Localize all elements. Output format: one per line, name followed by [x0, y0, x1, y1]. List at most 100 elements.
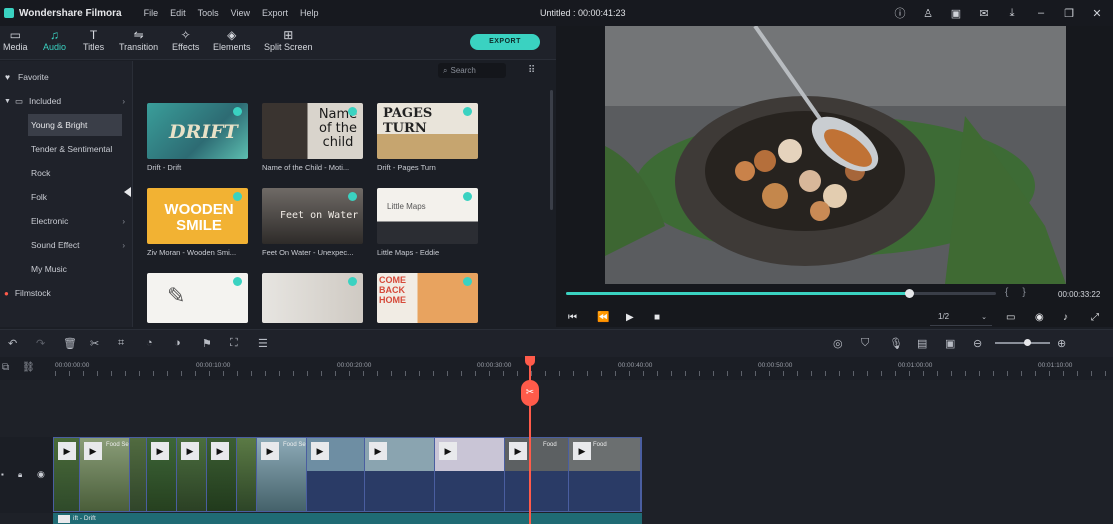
timeline-clip[interactable]: ▶: [307, 438, 365, 511]
download-icon[interactable]: [348, 192, 357, 201]
export-button[interactable]: EXPORT: [470, 34, 540, 50]
preview-quality-select[interactable]: 1/2 ⌄: [930, 312, 992, 326]
track-visibility-icon[interactable]: ▪: [1, 470, 4, 479]
download-icon[interactable]: [348, 107, 357, 116]
menu-help[interactable]: Help: [300, 8, 319, 18]
marker-icon[interactable]: ⚑: [202, 337, 212, 350]
save-icon[interactable]: ▣: [949, 6, 963, 20]
timeline-clip[interactable]: ▶ Food Se: [80, 438, 130, 511]
search-input[interactable]: ⌕ Search: [438, 63, 506, 78]
redo-icon[interactable]: ↷: [36, 337, 45, 350]
download-icon[interactable]: [463, 277, 472, 286]
playback-progress-handle[interactable]: [905, 289, 914, 298]
sidebar-item-young-bright[interactable]: Young & Bright: [28, 114, 122, 136]
voiceover-icon[interactable]: ▤: [917, 337, 927, 350]
shield-icon[interactable]: ⛉: [861, 337, 869, 350]
close-icon[interactable]: ✕: [1090, 6, 1104, 20]
minimize-icon[interactable]: –: [1034, 6, 1048, 20]
timeline-clip[interactable]: ▶ Food Se: [257, 438, 307, 511]
mark-in-out-icon[interactable]: {}: [1005, 287, 1040, 298]
download-icon[interactable]: ⤓: [1005, 6, 1019, 20]
menu-export[interactable]: Export: [262, 8, 288, 18]
menu-file[interactable]: File: [144, 8, 159, 18]
add-track-icon[interactable]: ⧉: [2, 362, 9, 373]
timeline-ruler[interactable]: [0, 358, 1113, 380]
sidebar-item-included[interactable]: ▼ ▭ Included ›: [0, 90, 133, 112]
sidebar-item-favorite[interactable]: ♥ Favorite: [0, 66, 133, 88]
microphone-icon[interactable]: 🎙: [889, 337, 903, 350]
zoom-slider-handle[interactable]: [1024, 339, 1031, 346]
menu-edit[interactable]: Edit: [170, 8, 186, 18]
mail-icon[interactable]: ✉: [977, 6, 991, 20]
crop-icon[interactable]: ⌗: [118, 337, 124, 350]
undo-icon[interactable]: ↶: [8, 337, 17, 350]
tab-transition[interactable]: ⇋ Transition: [119, 28, 158, 52]
lock-icon[interactable]: 🔒︎: [18, 470, 22, 480]
tab-effects[interactable]: ✧ Effects: [172, 28, 199, 52]
tab-audio[interactable]: ♫ Audio: [43, 28, 66, 52]
render-icon[interactable]: ◎: [833, 337, 843, 350]
download-icon[interactable]: [233, 192, 242, 201]
color-icon[interactable]: ◑: [174, 337, 181, 349]
menu-view[interactable]: View: [231, 8, 250, 18]
info-icon[interactable]: ⓘ: [893, 6, 907, 20]
tab-titles[interactable]: T Titles: [83, 28, 104, 52]
audio-thumbnail[interactable]: COME BACK HOME: [377, 273, 478, 323]
speed-icon[interactable]: ◔: [146, 337, 153, 349]
timeline-clip[interactable]: ▶: [177, 438, 207, 511]
timeline-clip[interactable]: ▶: [54, 438, 80, 511]
stop-icon[interactable]: ■: [654, 312, 660, 323]
eye-icon[interactable]: ◉: [37, 469, 45, 480]
audio-thumbnail[interactable]: [262, 273, 363, 323]
playhead-handle[interactable]: [525, 356, 535, 366]
audio-thumbnail[interactable]: PAGES TURN: [377, 103, 478, 159]
audio-clip[interactable]: ift - Drift: [53, 513, 642, 524]
audio-thumbnail[interactable]: Name of the child: [262, 103, 363, 159]
snapshot-icon[interactable]: ◉: [1035, 312, 1044, 323]
timeline-clip[interactable]: ▶: [365, 438, 435, 511]
download-icon[interactable]: [463, 192, 472, 201]
sidebar-item-electronic[interactable]: Electronic ›: [0, 210, 133, 232]
sidebar-item-filmstock[interactable]: ● Filmstock: [0, 282, 133, 304]
collapse-sidebar-icon[interactable]: [124, 187, 131, 197]
monitor-icon[interactable]: ▭: [1006, 312, 1015, 323]
timeline-clip[interactable]: ▶: [147, 438, 177, 511]
media-scrollbar[interactable]: [550, 90, 553, 210]
timeline-clip[interactable]: ▶: [207, 438, 237, 511]
audio-adjust-icon[interactable]: ☰: [258, 337, 268, 350]
timeline-clip[interactable]: [237, 438, 257, 511]
sidebar-item-sound-effect[interactable]: Sound Effect ›: [0, 234, 133, 256]
timeline-clip[interactable]: ▶ Food: [505, 438, 569, 511]
delete-icon[interactable]: 🗑: [63, 337, 77, 350]
timeline-clip[interactable]: ▶ Food: [569, 438, 641, 511]
step-back-icon[interactable]: ⏮: [568, 312, 577, 323]
download-icon[interactable]: [348, 277, 357, 286]
timeline-clip[interactable]: [130, 438, 147, 511]
download-icon[interactable]: [233, 277, 242, 286]
timeline-clip[interactable]: ▶: [435, 438, 505, 511]
volume-icon[interactable]: ♪: [1063, 312, 1068, 323]
subtitle-icon[interactable]: ▣: [945, 337, 955, 350]
tab-elements[interactable]: ◈ Elements: [213, 28, 251, 52]
audio-thumbnail[interactable]: ✎: [147, 273, 248, 323]
zoom-slider[interactable]: [995, 342, 1050, 344]
grid-view-icon[interactable]: ⠿: [528, 65, 535, 76]
download-icon[interactable]: [463, 107, 472, 116]
sidebar-item-tender[interactable]: Tender & Sentimental: [0, 138, 133, 160]
play-icon[interactable]: ▶: [626, 312, 634, 323]
sidebar-item-my-music[interactable]: My Music: [0, 258, 133, 280]
link-icon[interactable]: ⛓: [22, 362, 35, 373]
audio-thumbnail[interactable]: WOODEN SMILE: [147, 188, 248, 244]
split-scissors-icon[interactable]: ✂: [521, 380, 539, 406]
download-icon[interactable]: [233, 107, 242, 116]
account-icon[interactable]: ♙: [921, 6, 935, 20]
sidebar-item-folk[interactable]: Folk: [0, 186, 133, 208]
tab-media[interactable]: ▭ Media: [3, 28, 28, 52]
frame-back-icon[interactable]: ⏪: [597, 312, 609, 323]
menu-tools[interactable]: Tools: [198, 8, 219, 18]
restore-icon[interactable]: ❐: [1062, 6, 1076, 20]
audio-thumbnail[interactable]: DRIFT: [147, 103, 248, 159]
fullscreen-icon[interactable]: ⤢: [1091, 312, 1099, 323]
audio-thumbnail[interactable]: Little Maps: [377, 188, 478, 244]
cut-icon[interactable]: ✂: [90, 337, 99, 350]
